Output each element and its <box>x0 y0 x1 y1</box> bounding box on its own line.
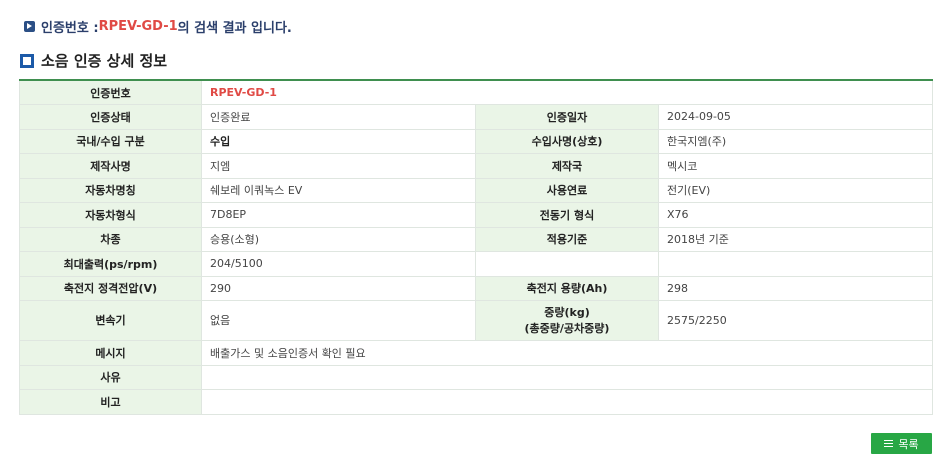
value-importer: 한국지엠(주) <box>657 128 934 154</box>
label-cert-number: 인증번호 <box>19 79 202 105</box>
label-manufacturer: 제작사명 <box>19 153 202 179</box>
table-row: 자동차명칭 쉐보레 이쿼녹스 EV 사용연료 전기(EV) <box>19 177 934 203</box>
list-button[interactable]: 목록 <box>871 433 932 454</box>
table-row: 자동차형식 7D8EP 전동기 형식 X76 <box>19 202 934 228</box>
label-domestic-import: 국내/수입 구분 <box>19 128 202 154</box>
label-fuel: 사용연료 <box>475 177 659 203</box>
table-row: 제작사명 지엠 제작국 멕시코 <box>19 153 934 179</box>
value-remarks <box>200 389 934 415</box>
result-suffix: 의 검색 결과 입니다. <box>177 21 292 36</box>
label-motor-type: 전동기 형식 <box>475 202 659 228</box>
search-result-message: 인증번호 : RPEV-GD-1 의 검색 결과 입니다. <box>24 17 292 36</box>
square-bullet-icon <box>20 53 34 68</box>
table-row: 국내/수입 구분 수입 수입사명(상호) 한국지엠(주) <box>19 128 934 154</box>
value-weight: 2575/2250 <box>657 300 934 341</box>
value-message: 배출가스 및 소음인증서 확인 필요 <box>200 340 934 366</box>
value-fuel: 전기(EV) <box>657 177 934 203</box>
label-weight: 중량(kg) (총중량/공차중량) <box>475 300 659 341</box>
value-domestic-import: 수입 <box>201 128 476 154</box>
section-title-text: 소음 인증 상세 정보 <box>41 52 168 70</box>
value-country: 멕시코 <box>657 153 934 179</box>
menu-icon <box>884 440 894 447</box>
value-cert-date: 2024-09-05 <box>657 104 934 130</box>
empty-cell <box>475 251 659 277</box>
label-battery-capacity: 축전지 용량(Ah) <box>475 275 659 301</box>
value-cert-number: RPEV-GD-1 <box>200 79 934 105</box>
value-max-power: 204/5100 <box>201 251 476 277</box>
table-row: 차종 승용(소형) 적용기준 2018년 기준 <box>19 226 934 252</box>
label-weight-line2: (총중량/공차중량) <box>524 321 610 335</box>
label-weight-line1: 중량(kg) <box>544 305 590 319</box>
table-row: 변속기 없음 중량(kg) (총중량/공차중량) 2575/2250 <box>19 300 934 341</box>
result-cert-number: RPEV-GD-1 <box>98 19 178 34</box>
list-button-label: 목록 <box>898 437 919 451</box>
label-reason: 사유 <box>19 364 202 390</box>
value-battery-capacity: 298 <box>657 275 934 301</box>
table-row: 최대출력(ps/rpm) 204/5100 <box>19 251 934 277</box>
value-vehicle-type: 7D8EP <box>201 202 476 228</box>
label-standard: 적용기준 <box>475 226 659 252</box>
value-motor-type: X76 <box>657 202 934 228</box>
value-vehicle-class: 승용(소형) <box>201 226 476 252</box>
section-title: 소음 인증 상세 정보 <box>20 50 167 71</box>
value-transmission: 없음 <box>201 300 476 341</box>
label-cert-status: 인증상태 <box>19 104 202 130</box>
value-battery-voltage: 290 <box>201 275 476 301</box>
label-message: 메시지 <box>19 340 202 366</box>
table-row: 인증번호 RPEV-GD-1 <box>19 79 934 105</box>
result-prefix: 인증번호 : <box>41 21 99 36</box>
value-cert-status: 인증완료 <box>201 104 476 130</box>
label-max-power: 최대출력(ps/rpm) <box>19 251 202 277</box>
value-reason <box>200 364 934 390</box>
label-importer: 수입사명(상호) <box>475 128 659 154</box>
empty-cell <box>657 251 934 277</box>
label-cert-date: 인증일자 <box>475 104 659 130</box>
label-remarks: 비고 <box>19 389 202 415</box>
label-vehicle-class: 차종 <box>19 226 202 252</box>
table-row: 비고 <box>19 389 934 415</box>
table-row: 인증상태 인증완료 인증일자 2024-09-05 <box>19 104 934 130</box>
table-row: 사유 <box>19 364 934 390</box>
table-row: 메시지 배출가스 및 소음인증서 확인 필요 <box>19 340 934 366</box>
value-standard: 2018년 기준 <box>657 226 934 252</box>
table-row: 축전지 정격전압(V) 290 축전지 용량(Ah) 298 <box>19 275 934 301</box>
label-vehicle-name: 자동차명칭 <box>19 177 202 203</box>
label-vehicle-type: 자동차형식 <box>19 202 202 228</box>
detail-table: 인증번호 RPEV-GD-1 인증상태 인증완료 인증일자 2024-09-05… <box>19 79 934 415</box>
label-battery-voltage: 축전지 정격전압(V) <box>19 275 202 301</box>
label-transmission: 변속기 <box>19 300 202 341</box>
value-vehicle-name: 쉐보레 이쿼녹스 EV <box>201 177 476 203</box>
label-country: 제작국 <box>475 153 659 179</box>
value-manufacturer: 지엠 <box>201 153 476 179</box>
arrow-bullet-icon <box>24 21 35 32</box>
